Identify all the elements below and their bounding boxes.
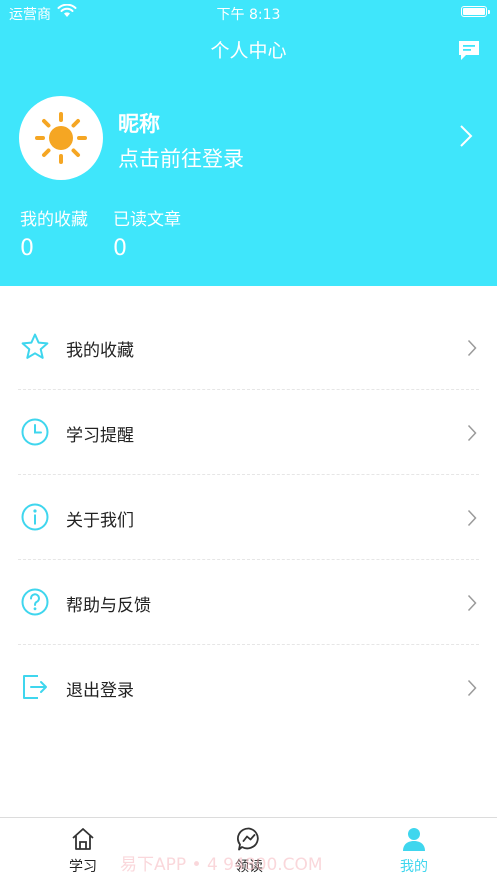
clock-icon xyxy=(21,418,49,446)
info-icon xyxy=(21,503,49,531)
avatar[interactable] xyxy=(19,96,103,180)
menu-list: 我的收藏 学习提醒 关于我们 帮助与反馈 退出登录 xyxy=(0,305,497,730)
stat-favorites-label: 我的收藏 xyxy=(20,210,88,230)
menu-item-label: 帮助与反馈 xyxy=(66,596,151,616)
stat-favorites[interactable]: 我的收藏 0 xyxy=(20,205,88,261)
stat-read-label: 已读文章 xyxy=(113,210,181,230)
home-icon xyxy=(72,828,94,850)
star-icon xyxy=(21,333,49,359)
chevron-right-icon[interactable] xyxy=(459,124,473,148)
watermark-text: 易下APP • 4 94800.COM xyxy=(120,855,323,875)
help-icon xyxy=(21,588,49,616)
profile-header: 运营商 下午 8:13 个人中心 昵称 点击前往登录 我的收藏 0 已读文章 0 xyxy=(0,0,497,286)
menu-item-help[interactable]: 帮助与反馈 xyxy=(0,560,497,645)
logout-icon xyxy=(23,675,47,699)
menu-item-label: 学习提醒 xyxy=(66,426,134,446)
battery-icon xyxy=(461,6,490,17)
stat-favorites-value: 0 xyxy=(20,236,34,261)
page-title: 个人中心 xyxy=(210,40,287,62)
menu-item-favorites[interactable]: 我的收藏 xyxy=(0,305,497,390)
menu-item-reminder[interactable]: 学习提醒 xyxy=(0,390,497,475)
sun-icon xyxy=(35,112,87,164)
menu-item-about[interactable]: 关于我们 xyxy=(0,475,497,560)
user-icon xyxy=(403,828,425,851)
login-link[interactable]: 点击前往登录 xyxy=(118,143,244,173)
menu-item-logout[interactable]: 退出登录 xyxy=(0,645,497,730)
chevron-right-icon xyxy=(467,509,477,527)
chevron-right-icon xyxy=(467,424,477,442)
message-icon[interactable] xyxy=(457,38,481,62)
clock-time: 下午 8:13 xyxy=(216,7,281,23)
stat-read[interactable]: 已读文章 0 xyxy=(113,205,181,261)
status-bar: 运营商 下午 8:13 xyxy=(0,0,497,26)
menu-item-label: 退出登录 xyxy=(66,681,134,701)
chevron-right-icon xyxy=(467,594,477,612)
chevron-right-icon xyxy=(467,339,477,357)
menu-item-label: 我的收藏 xyxy=(66,341,134,361)
chat-icon xyxy=(237,827,259,851)
menu-item-label: 关于我们 xyxy=(66,511,134,531)
nickname[interactable]: 昵称 xyxy=(118,108,160,138)
chevron-right-icon xyxy=(467,679,477,697)
stat-read-value: 0 xyxy=(113,236,127,261)
